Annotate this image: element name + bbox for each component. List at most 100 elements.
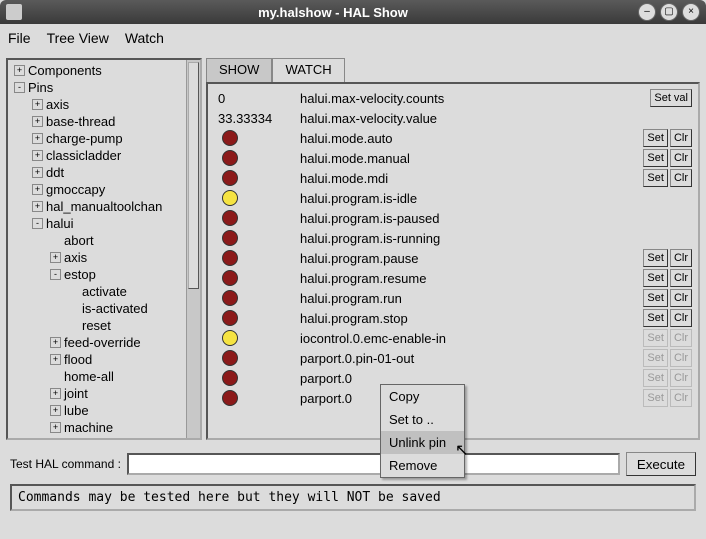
maximize-button[interactable]: ▢ <box>660 3 678 21</box>
watch-row[interactable]: halui.program.is-paused <box>214 208 692 228</box>
clr-button[interactable]: Clr <box>670 309 692 327</box>
tree-item[interactable]: +gmoccapy <box>10 181 198 198</box>
tree-scrollbar[interactable] <box>186 60 200 438</box>
tree-item[interactable]: +machine <box>10 419 198 436</box>
tree-item[interactable]: +charge-pump <box>10 130 198 147</box>
expand-icon[interactable]: - <box>32 218 43 229</box>
set-val-button[interactable]: Set val <box>650 89 692 107</box>
watch-row[interactable]: halui.program.runSetClr <box>214 288 692 308</box>
set-button[interactable]: Set <box>643 249 668 267</box>
set-button[interactable]: Set <box>643 289 668 307</box>
minimize-button[interactable]: – <box>638 3 656 21</box>
watch-row[interactable]: parport.0.pin-01-outSetClr <box>214 348 692 368</box>
expand-icon[interactable]: + <box>50 354 61 365</box>
expand-icon[interactable]: + <box>32 167 43 178</box>
tree-item[interactable]: -estop <box>10 266 198 283</box>
tab-watch[interactable]: WATCH <box>272 58 344 82</box>
tree-label: home-all <box>64 368 114 385</box>
tab-show[interactable]: SHOW <box>206 58 272 82</box>
tree-item[interactable]: activate <box>10 283 198 300</box>
context-menu: Copy Set to .. Unlink pin Remove <box>380 384 465 478</box>
tree-item[interactable]: +axis <box>10 96 198 113</box>
tree-item[interactable]: abort <box>10 232 198 249</box>
ctx-unlink-pin[interactable]: Unlink pin <box>381 431 464 454</box>
set-button: Set <box>643 389 668 407</box>
set-button[interactable]: Set <box>643 129 668 147</box>
clr-button[interactable]: Clr <box>670 289 692 307</box>
tree-item[interactable]: +Components <box>10 62 198 79</box>
watch-row[interactable]: halui.mode.autoSetClr <box>214 128 692 148</box>
watch-row[interactable]: iocontrol.0.emc-enable-inSetClr <box>214 328 692 348</box>
tree-item[interactable]: +classicladder <box>10 147 198 164</box>
tree-item[interactable]: +feed-override <box>10 334 198 351</box>
tree-item[interactable]: is-activated <box>10 300 198 317</box>
set-button[interactable]: Set <box>643 169 668 187</box>
expand-icon[interactable]: + <box>32 150 43 161</box>
tree-label: max-velocity <box>64 436 136 440</box>
menu-file[interactable]: File <box>8 30 31 46</box>
status-dot <box>222 130 238 146</box>
tree-item[interactable]: +flood <box>10 351 198 368</box>
menu-watch[interactable]: Watch <box>125 30 164 46</box>
command-input[interactable] <box>127 453 620 475</box>
tree-item[interactable]: +base-thread <box>10 113 198 130</box>
watch-row[interactable]: halui.program.resumeSetClr <box>214 268 692 288</box>
status-dot <box>222 310 238 326</box>
tree-item[interactable]: +axis <box>10 249 198 266</box>
set-button[interactable]: Set <box>643 149 668 167</box>
tree-label: ddt <box>46 164 64 181</box>
clr-button: Clr <box>670 329 692 347</box>
clr-button[interactable]: Clr <box>670 169 692 187</box>
tree-item[interactable]: +max-velocity <box>10 436 198 440</box>
tree-item[interactable]: +joint <box>10 385 198 402</box>
watch-row[interactable]: 33.33334halui.max-velocity.value <box>214 108 692 128</box>
ctx-set-to[interactable]: Set to .. <box>381 408 464 431</box>
tree-item[interactable]: -Pins <box>10 79 198 96</box>
tree-label: axis <box>46 96 69 113</box>
watch-row[interactable]: halui.mode.mdiSetClr <box>214 168 692 188</box>
tree-item[interactable]: +ddt <box>10 164 198 181</box>
set-button[interactable]: Set <box>643 309 668 327</box>
watch-row[interactable]: halui.program.is-idle <box>214 188 692 208</box>
watch-name: halui.program.resume <box>300 271 643 286</box>
clr-button[interactable]: Clr <box>670 149 692 167</box>
tree-item[interactable]: -halui <box>10 215 198 232</box>
expand-icon[interactable]: + <box>32 116 43 127</box>
clr-button[interactable]: Clr <box>670 249 692 267</box>
expand-icon[interactable]: + <box>32 201 43 212</box>
tree-item[interactable]: +lube <box>10 402 198 419</box>
close-button[interactable]: × <box>682 3 700 21</box>
tree-item[interactable]: +hal_manualtoolchan <box>10 198 198 215</box>
expand-icon[interactable]: - <box>50 269 61 280</box>
status-dot <box>222 230 238 246</box>
tree-label: feed-override <box>64 334 141 351</box>
status-dot <box>222 190 238 206</box>
watch-row[interactable]: halui.program.stopSetClr <box>214 308 692 328</box>
status-dot <box>222 150 238 166</box>
tree-item[interactable]: reset <box>10 317 198 334</box>
watch-row[interactable]: halui.program.is-running <box>214 228 692 248</box>
expand-icon[interactable]: + <box>32 184 43 195</box>
expand-icon[interactable]: + <box>50 337 61 348</box>
expand-icon[interactable]: + <box>32 133 43 144</box>
expand-icon[interactable]: + <box>50 405 61 416</box>
tree-item[interactable]: home-all <box>10 368 198 385</box>
set-button: Set <box>643 369 668 387</box>
set-button[interactable]: Set <box>643 269 668 287</box>
expand-icon[interactable]: + <box>50 388 61 399</box>
ctx-remove[interactable]: Remove <box>381 454 464 477</box>
expand-icon[interactable]: + <box>14 65 25 76</box>
menu-tree-view[interactable]: Tree View <box>47 30 109 46</box>
watch-row[interactable]: halui.mode.manualSetClr <box>214 148 692 168</box>
ctx-copy[interactable]: Copy <box>381 385 464 408</box>
expand-icon[interactable]: + <box>32 99 43 110</box>
expand-icon[interactable]: + <box>50 252 61 263</box>
watch-row[interactable]: 0halui.max-velocity.countsSet val <box>214 88 692 108</box>
clr-button[interactable]: Clr <box>670 269 692 287</box>
watch-row[interactable]: halui.program.pauseSetClr <box>214 248 692 268</box>
execute-button[interactable]: Execute <box>626 452 696 476</box>
expand-icon[interactable]: - <box>14 82 25 93</box>
expand-icon[interactable]: + <box>50 439 61 440</box>
expand-icon[interactable]: + <box>50 422 61 433</box>
clr-button[interactable]: Clr <box>670 129 692 147</box>
